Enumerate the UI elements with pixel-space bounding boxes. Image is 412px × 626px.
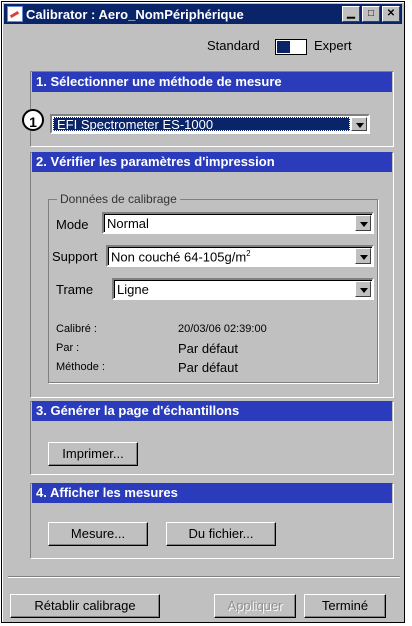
- support-value-wrap: Non couché 64-105g/m2: [111, 249, 251, 264]
- support-value: Non couché 64-105g/m: [111, 249, 247, 265]
- method-label: Méthode :: [56, 361, 105, 373]
- calibrated-value: 20/03/06 02:39:00: [178, 323, 267, 335]
- footer-separator: [8, 576, 400, 578]
- print-button[interactable]: Imprimer...: [48, 442, 138, 466]
- group-title: Données de calibrage: [57, 192, 180, 206]
- section1-header: 1. Sélectionner une méthode de mesure: [32, 72, 392, 92]
- expert-label: Expert: [314, 38, 352, 53]
- by-value: Par défaut: [178, 341, 238, 356]
- trame-label: Trame: [56, 282, 94, 297]
- trame-value: Ligne: [117, 282, 149, 297]
- close-button[interactable]: ✕: [382, 6, 400, 22]
- chevron-down-icon[interactable]: [355, 281, 371, 297]
- measurement-method-value: EFI Spectrometer ES-1000: [53, 117, 350, 132]
- standard-expert-toggle[interactable]: [275, 39, 307, 55]
- section4-header: 4. Afficher les mesures: [32, 483, 392, 503]
- mode-label: Mode: [56, 217, 89, 232]
- apply-button[interactable]: Appliquer: [214, 594, 296, 618]
- from-file-button[interactable]: Du fichier...: [166, 522, 276, 546]
- maximize-button[interactable]: □: [362, 6, 380, 22]
- mode-select[interactable]: Normal: [102, 212, 374, 234]
- standard-label: Standard: [207, 38, 260, 53]
- reset-calibration-button[interactable]: Rétablir calibrage: [10, 594, 160, 618]
- done-button[interactable]: Terminé: [304, 594, 386, 618]
- chevron-down-icon[interactable]: [351, 117, 367, 131]
- by-label: Par :: [56, 342, 80, 354]
- chevron-down-icon[interactable]: [355, 248, 371, 264]
- title-bar[interactable]: Calibrator : Aero_NomPériphérique ▁ □ ✕: [4, 4, 402, 24]
- minimize-button[interactable]: ▁: [342, 6, 360, 22]
- measurement-method-select[interactable]: EFI Spectrometer ES-1000: [50, 114, 370, 134]
- callout-badge: 1: [22, 109, 44, 131]
- calibrated-label: Calibré :: [56, 323, 97, 335]
- method-value: Par défaut: [178, 360, 238, 375]
- support-select[interactable]: Non couché 64-105g/m2: [106, 245, 374, 267]
- toggle-knob: [277, 41, 290, 53]
- support-label: Support: [52, 249, 98, 264]
- measure-button[interactable]: Mesure...: [48, 522, 148, 546]
- window-title: Calibrator : Aero_NomPériphérique: [26, 6, 244, 22]
- support-superscript: 2: [246, 249, 251, 258]
- section2-header: 2. Vérifier les paramètres d'impression: [32, 152, 392, 172]
- calibrator-app-icon: [7, 6, 23, 22]
- trame-select[interactable]: Ligne: [112, 278, 374, 300]
- mode-value: Normal: [107, 216, 149, 231]
- section3-header: 3. Générer la page d'échantillons: [32, 401, 392, 421]
- calibrator-window: Calibrator : Aero_NomPériphérique ▁ □ ✕ …: [1, 1, 405, 623]
- chevron-down-icon[interactable]: [355, 215, 371, 231]
